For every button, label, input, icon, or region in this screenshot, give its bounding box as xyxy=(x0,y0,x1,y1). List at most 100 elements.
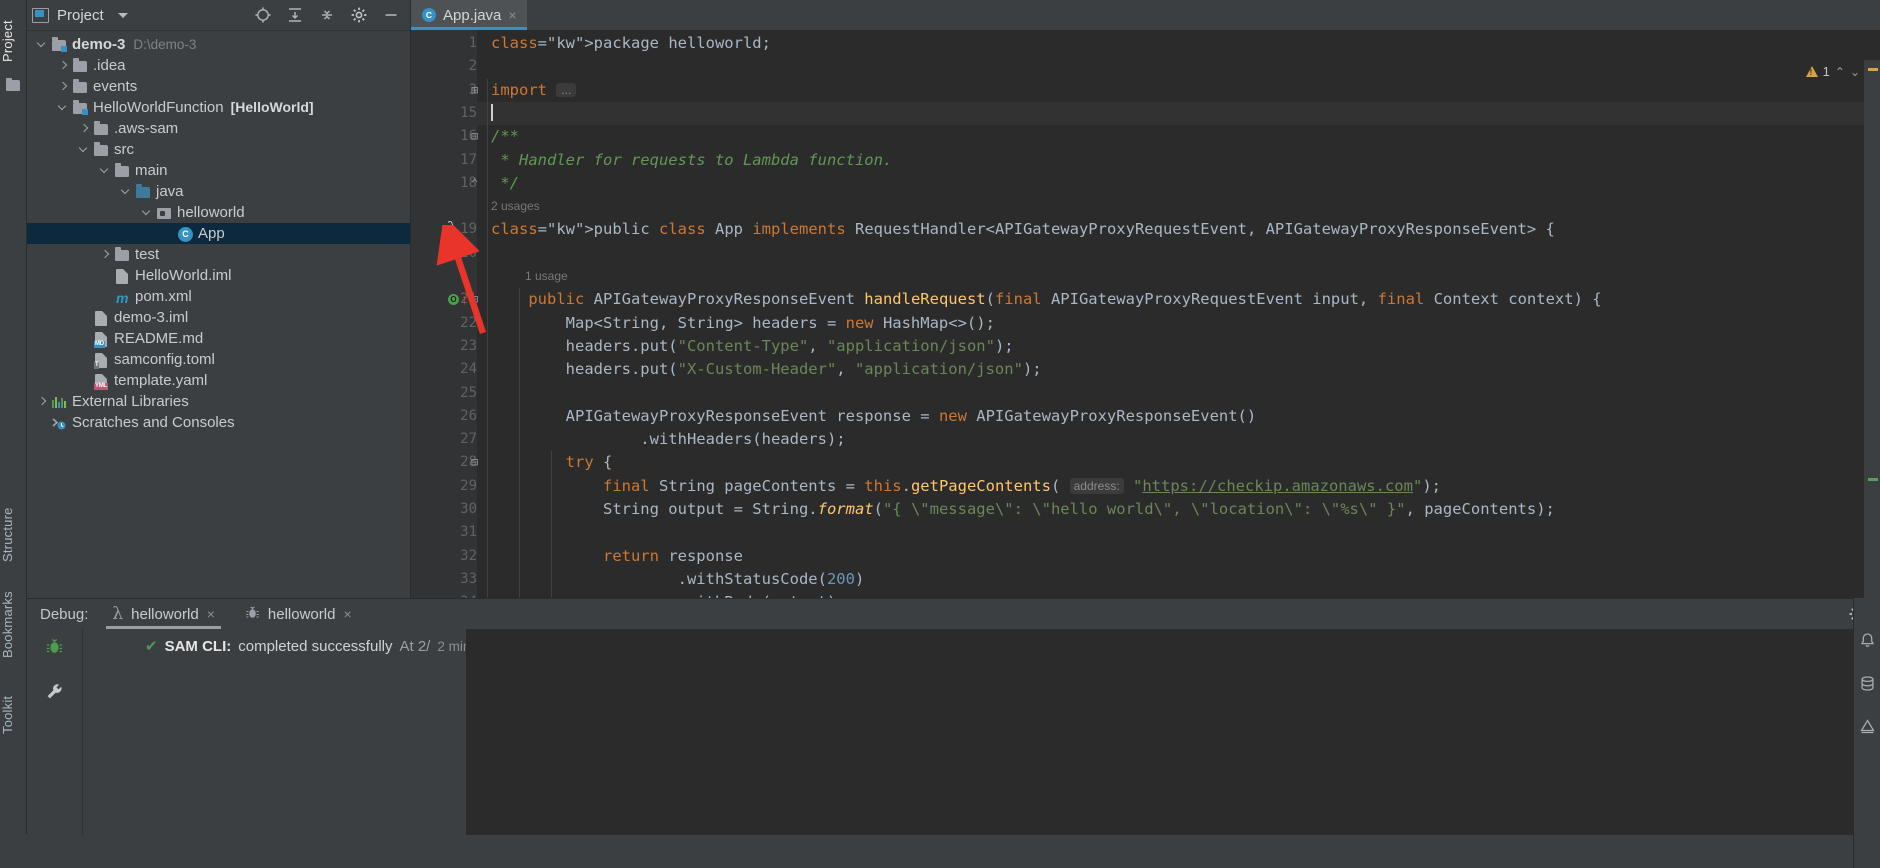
tree-item-template-yaml[interactable]: YMLtemplate.yaml xyxy=(26,370,410,391)
tree-item-helloworld[interactable]: helloworld xyxy=(26,202,410,223)
bug-icon[interactable] xyxy=(45,637,64,660)
tree-item-readme-md[interactable]: MDREADME.md xyxy=(26,328,410,349)
debug-tab-bug[interactable]: helloworld × xyxy=(239,599,358,629)
chevron-down-icon[interactable] xyxy=(118,13,128,18)
editor-tab-app-java[interactable]: C App.java × xyxy=(411,0,527,30)
inlay-usage-hint[interactable]: 1 usage xyxy=(477,265,1880,288)
code-line-3[interactable]: import ... xyxy=(477,79,1880,102)
close-icon[interactable]: × xyxy=(343,607,351,621)
tree-item-java[interactable]: java xyxy=(26,181,410,202)
tree-toggle-closed-icon[interactable] xyxy=(36,395,49,408)
tree-item-app[interactable]: CApp xyxy=(26,223,410,244)
console-output-area[interactable] xyxy=(466,629,1880,835)
tree-item-pom-xml[interactable]: mpom.xml xyxy=(26,286,410,307)
tree-toggle-closed-icon[interactable] xyxy=(57,59,70,72)
wrench-icon[interactable] xyxy=(45,682,64,705)
code-line-29[interactable]: final String pageContents = this.getPage… xyxy=(477,475,1880,498)
tree-item-events[interactable]: events xyxy=(26,76,410,97)
collapse-all-icon[interactable] xyxy=(318,6,336,24)
database-icon[interactable] xyxy=(1859,675,1876,696)
tree-toggle-open-icon[interactable] xyxy=(99,164,112,177)
code-line-1[interactable]: class="kw">package helloworld; xyxy=(477,32,1880,55)
stripe-warning-mark[interactable] xyxy=(1868,68,1878,71)
tree-item-samconfig-toml[interactable]: Tsamconfig.toml xyxy=(26,349,410,370)
tree-toggle-open-icon[interactable] xyxy=(78,143,91,156)
tree-item-idea[interactable]: .idea xyxy=(26,55,410,76)
tree-item-demo-3[interactable]: demo-3D:\demo-3 xyxy=(26,34,410,55)
code-line-27[interactable]: .withHeaders(headers); xyxy=(477,428,1880,451)
close-icon[interactable]: × xyxy=(207,607,215,621)
tree-item-src[interactable]: src xyxy=(26,139,410,160)
tree-toggle-open-icon[interactable] xyxy=(120,185,133,198)
debug-tab-label: helloworld xyxy=(131,606,199,623)
tree-item-helloworldfunction[interactable]: HelloWorldFunction[HelloWorld] xyxy=(26,97,410,118)
tree-item-label: .idea xyxy=(93,55,126,76)
code-line-24[interactable]: headers.put("X-Custom-Header", "applicat… xyxy=(477,358,1880,381)
inlay-usage-hint[interactable]: 2 usages xyxy=(477,195,1880,218)
code-line-30[interactable]: String output = String.format("{ \"messa… xyxy=(477,498,1880,521)
chevron-down-icon[interactable]: ⌄ xyxy=(1850,65,1860,79)
code-line-25[interactable] xyxy=(477,382,1880,405)
code-line-34[interactable]: .withBody(output); xyxy=(477,591,1880,598)
locate-icon[interactable] xyxy=(254,6,272,24)
code-line-26[interactable]: APIGatewayProxyResponseEvent response = … xyxy=(477,405,1880,428)
debug-tab-lambda[interactable]: λ helloworld × xyxy=(106,599,221,629)
tool-tab-bookmarks[interactable]: Bookmarks xyxy=(0,575,26,675)
code-line-23[interactable]: headers.put("Content-Type", "application… xyxy=(477,335,1880,358)
lambda-handler-icon[interactable]: λ xyxy=(447,219,458,239)
code-line-16[interactable]: /** xyxy=(477,125,1880,148)
expand-all-icon[interactable] xyxy=(286,6,304,24)
code-line-18[interactable]: */ xyxy=(477,172,1880,195)
tree-item-main[interactable]: main xyxy=(26,160,410,181)
tree-item-test[interactable]: test xyxy=(26,244,410,265)
tool-tab-toolkit[interactable]: Toolkit xyxy=(0,670,26,760)
editor-gutter[interactable]: 1231516171819λ2021↑O22232425262728293031… xyxy=(411,30,477,598)
code-line-32[interactable]: return response xyxy=(477,545,1880,568)
inspection-status[interactable]: 1 ⌃ ⌄ xyxy=(1806,64,1860,79)
code-line-15[interactable] xyxy=(477,102,1880,125)
code-fold-toggle[interactable]: ⊟ xyxy=(471,129,478,143)
tree-toggle-closed-icon[interactable] xyxy=(99,248,112,261)
close-icon[interactable]: × xyxy=(508,8,516,22)
notifications-icon[interactable] xyxy=(1859,632,1876,653)
code-view[interactable]: 1231516171819λ2021↑O22232425262728293031… xyxy=(411,30,1880,598)
error-stripe[interactable] xyxy=(1864,60,1880,598)
project-panel-title-group[interactable]: Project xyxy=(32,7,128,24)
code-line-19[interactable]: class="kw">public class App implements R… xyxy=(477,218,1880,241)
code-line-2[interactable] xyxy=(477,55,1880,78)
override-arrow-icon[interactable]: ↑ xyxy=(461,291,468,307)
tree-item-helloworld-iml[interactable]: HelloWorld.iml xyxy=(26,265,410,286)
code-line-22[interactable]: Map<String, String> headers = new HashMa… xyxy=(477,312,1880,335)
tool-tab-structure[interactable]: Structure xyxy=(0,490,26,580)
tree-arrow-spacer xyxy=(78,332,91,345)
code-line-20[interactable] xyxy=(477,242,1880,265)
code-fold-toggle[interactable]: ⊞ xyxy=(471,83,478,97)
debug-console[interactable]: ✔ SAM CLI: completed successfully At 2/ … xyxy=(83,629,1880,835)
code-line-17[interactable]: * Handler for requests to Lambda functio… xyxy=(477,149,1880,172)
tree-item-aws-sam[interactable]: .aws-sam xyxy=(26,118,410,139)
code-line-28[interactable]: try { xyxy=(477,451,1880,474)
chevron-up-icon[interactable]: ⌃ xyxy=(1835,65,1845,79)
tree-toggle-open-icon[interactable] xyxy=(141,206,154,219)
java-class-icon: C xyxy=(177,226,193,242)
code-text-area[interactable]: class="kw">package helloworld; import ...… xyxy=(477,30,1880,598)
tree-item-external-libraries[interactable]: External Libraries xyxy=(26,391,410,412)
tree-toggle-closed-icon[interactable] xyxy=(78,122,91,135)
code-fold-toggle[interactable]: ⌃ xyxy=(471,176,478,190)
code-fold-toggle[interactable]: ⊟ xyxy=(471,455,478,469)
hide-panel-icon[interactable] xyxy=(382,6,400,24)
tool-tab-project[interactable]: Project xyxy=(0,6,26,76)
code-fold-toggle[interactable]: ⊟ xyxy=(471,292,478,306)
settings-gear-icon[interactable] xyxy=(350,6,368,24)
tree-toggle-open-icon[interactable] xyxy=(36,38,49,51)
tree-item-demo-3-iml[interactable]: demo-3.iml xyxy=(26,307,410,328)
maven-icon[interactable] xyxy=(1859,718,1876,739)
stripe-ok-mark[interactable] xyxy=(1868,478,1878,481)
tree-toggle-open-icon[interactable] xyxy=(57,101,70,114)
tree-toggle-closed-icon[interactable] xyxy=(57,80,70,93)
code-line-33[interactable]: .withStatusCode(200) xyxy=(477,568,1880,591)
tree-item-scratches-and-consoles[interactable]: Scratches and Consoles xyxy=(26,412,410,433)
code-line-31[interactable] xyxy=(477,521,1880,544)
code-line-21[interactable]: public APIGatewayProxyResponseEvent hand… xyxy=(477,288,1880,311)
project-tree[interactable]: demo-3D:\demo-3.ideaeventsHelloWorldFunc… xyxy=(26,31,410,433)
